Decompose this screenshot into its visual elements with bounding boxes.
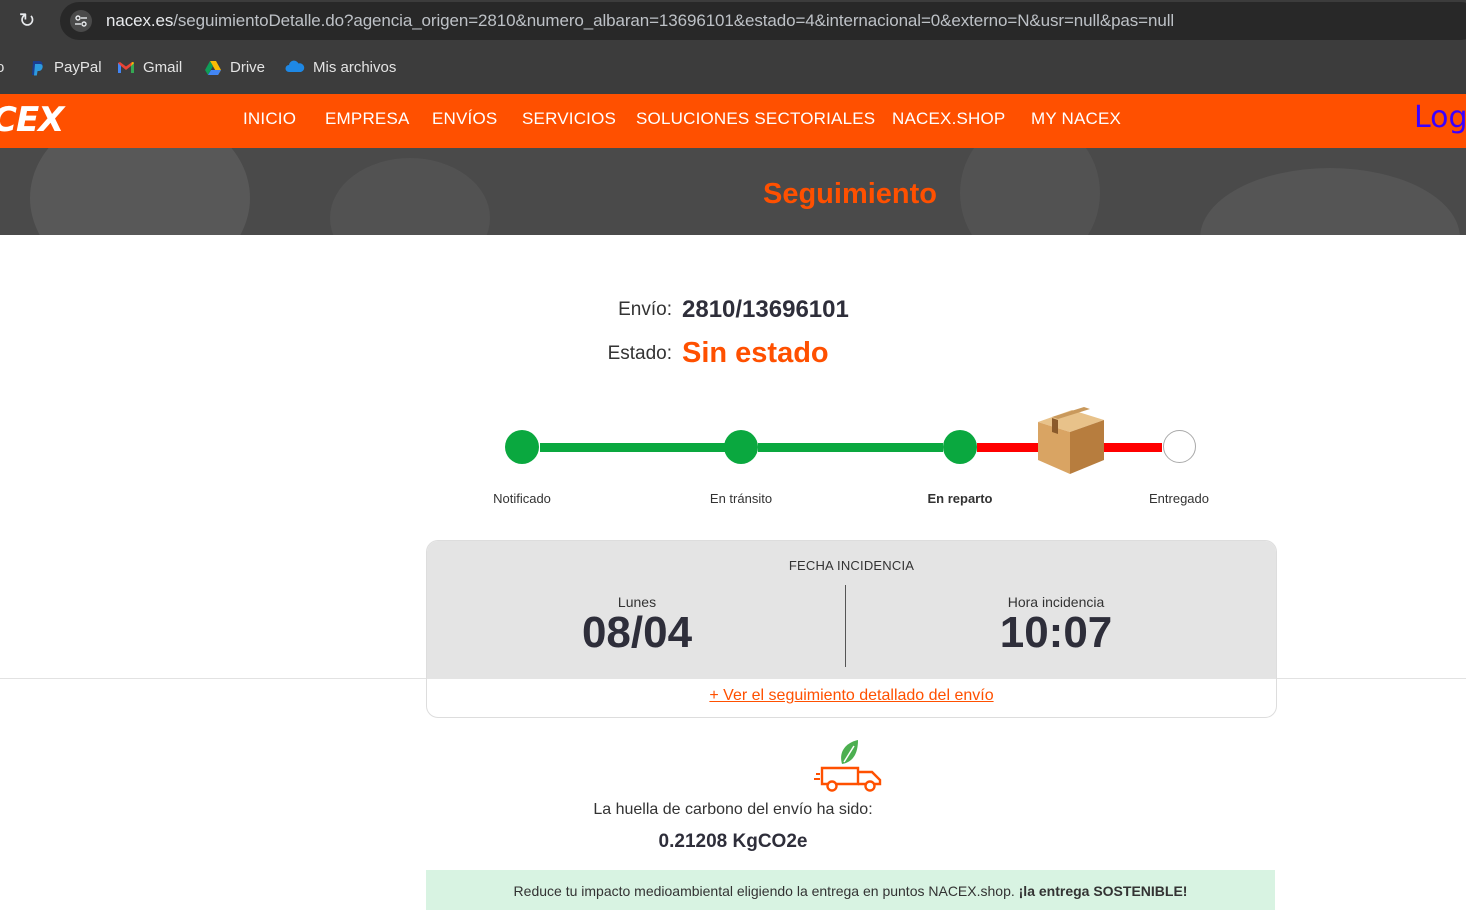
incidencia-hora: 10:07 [999,608,1113,657]
drive-icon [204,59,222,77]
sustainable-banner: Reduce tu impacto medioambiental eligien… [426,870,1275,910]
url-text: nacex.es/seguimientoDetalle.do?agencia_o… [106,11,1174,31]
step-label-entregado: Entregado [1149,491,1209,506]
nav-envios[interactable]: ENVÍOS [432,109,497,129]
step-dot-en-reparto [943,430,977,464]
sustainable-banner-text: Reduce tu impacto medioambiental eligien… [513,883,1188,899]
bookmark-gmail[interactable]: Gmail [117,58,182,78]
eco-truck-icon [814,738,886,799]
nav-nacex-shop[interactable]: NACEX.SHOP [892,109,1005,129]
url-host: nacex.es [106,11,174,30]
url-path: /seguimientoDetalle.do?agencia_origen=28… [173,11,1175,30]
gmail-icon [117,59,135,77]
login-button[interactable]: Log [1414,100,1466,135]
bookmark-paypal[interactable]: PayPal [28,58,102,78]
page-title: Seguimiento [762,178,937,210]
hora-column: Hora incidencia 10:07 [846,594,1266,658]
fecha-column: Lunes 08/04 [427,594,847,658]
incidencia-date: 08/04 [581,608,693,657]
hero-banner: Seguimiento [0,148,1466,235]
carbon-text: La huella de carbono del envío ha sido: [593,801,873,818]
nav-soluciones-sectoriales[interactable]: SOLUCIONES SECTORIALES [636,109,875,129]
estado-label: Estado: [607,343,672,364]
step-dot-notificado [505,430,539,464]
main-nav: CEX INICIO EMPRESA ENVÍOS SERVICIOS SOLU… [0,94,1466,148]
onedrive-icon [285,59,305,77]
estado-value: Sin estado [682,337,829,369]
package-box-icon [1034,404,1106,481]
step-label-notificado: Notificado [493,491,551,506]
bookmark-mis-archivos[interactable]: Mis archivos [285,58,396,78]
step-label-en-transito: En tránsito [709,491,773,506]
bookmarks-bar: o PayPal Gmail Drive Mis archivos [0,42,1466,94]
reload-icon[interactable]: ↻ [16,10,38,32]
nacex-logo[interactable]: CEX [0,100,64,140]
bookmark-drive[interactable]: Drive [204,58,265,78]
progress-line-done [758,443,943,452]
envio-value: 2810/13696101 [682,296,849,323]
site-info-icon[interactable] [70,10,92,32]
browser-toolbar: ↻ nacex.es/seguimientoDetalle.do?agencia… [0,0,1466,42]
nav-empresa[interactable]: EMPRESA [325,109,410,129]
nav-inicio[interactable]: INICIO [243,109,296,129]
step-dot-entregado [1163,430,1196,463]
nav-servicios[interactable]: SERVICIOS [522,109,616,129]
paypal-icon [28,59,46,77]
carbon-value: 0.21208 KgCO2e [658,831,808,852]
envio-label: Envío: [618,299,672,320]
nav-my-nacex[interactable]: MY NACEX [1031,109,1121,129]
incidencia-card: FECHA INCIDENCIA Lunes 08/04 Hora incide… [426,540,1277,718]
step-label-en-reparto: En reparto [927,491,993,506]
step-dot-en-transito [724,430,758,464]
incidencia-title: FECHA INCIDENCIA [788,558,915,573]
detailed-tracking-link[interactable]: + Ver el seguimiento detallado del envío [427,687,1276,705]
progress-line-done [540,443,725,452]
bookmark-partial[interactable]: o [0,58,4,78]
incidencia-panel: FECHA INCIDENCIA Lunes 08/04 Hora incide… [427,541,1276,679]
address-bar[interactable]: nacex.es/seguimientoDetalle.do?agencia_o… [60,2,1466,40]
